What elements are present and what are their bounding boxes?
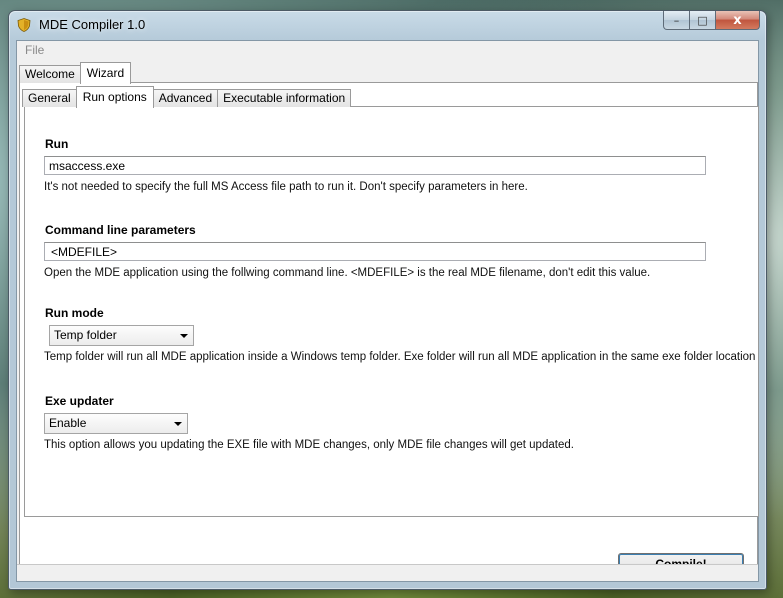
client-area: File Run msaccess.exe It's not needed to… bbox=[16, 40, 759, 582]
run-input[interactable]: msaccess.exe bbox=[44, 156, 706, 175]
close-icon: x bbox=[733, 12, 742, 28]
shield-icon bbox=[17, 18, 31, 32]
run-options-panel: Run msaccess.exe It's not needed to spec… bbox=[24, 106, 759, 517]
title-bar[interactable]: MDE Compiler 1.0 – □ x bbox=[9, 11, 766, 39]
close-button[interactable]: x bbox=[716, 11, 760, 30]
maximize-button[interactable]: □ bbox=[690, 11, 716, 30]
exe-updater-value: Enable bbox=[49, 416, 87, 430]
run-mode-title: Run mode bbox=[45, 306, 104, 320]
chevron-down-icon bbox=[180, 334, 188, 338]
cmdline-hint: Open the MDE application using the follw… bbox=[44, 267, 651, 279]
window-title: MDE Compiler 1.0 bbox=[39, 17, 146, 32]
run-mode-value: Temp folder bbox=[54, 328, 117, 342]
run-mode-hint: Temp folder will run all MDE application… bbox=[44, 351, 756, 363]
tab-run-options[interactable]: Run options bbox=[75, 86, 154, 108]
run-hint: It's not needed to specify the full MS A… bbox=[44, 181, 528, 193]
run-title: Run bbox=[45, 137, 69, 151]
tab-welcome[interactable]: Welcome bbox=[19, 65, 81, 83]
outer-tab-strip: Welcome Wizard bbox=[19, 61, 132, 84]
exe-updater-hint: This option allows you updating the EXE … bbox=[44, 439, 574, 451]
exe-updater-title: Exe updater bbox=[45, 394, 114, 408]
minimize-button[interactable]: – bbox=[663, 11, 690, 30]
tab-general[interactable]: General bbox=[22, 89, 77, 107]
exe-updater-select[interactable]: Enable bbox=[44, 413, 188, 434]
inner-tab-strip: General Run options Advanced Executable … bbox=[22, 85, 352, 108]
menu-bar: File bbox=[17, 41, 758, 60]
tab-wizard[interactable]: Wizard bbox=[79, 62, 132, 84]
tab-advanced[interactable]: Advanced bbox=[152, 89, 219, 107]
cmdline-title: Command line parameters bbox=[45, 223, 196, 237]
run-mode-select[interactable]: Temp folder bbox=[49, 325, 194, 346]
status-bar bbox=[17, 564, 758, 581]
cmdline-input[interactable]: <MDEFILE> bbox=[44, 242, 706, 261]
wizard-panel: Run msaccess.exe It's not needed to spec… bbox=[19, 82, 759, 580]
menu-file[interactable]: File bbox=[25, 43, 44, 57]
app-window: MDE Compiler 1.0 – □ x File Run msaccess… bbox=[8, 10, 767, 590]
chevron-down-icon bbox=[174, 422, 182, 426]
minimize-icon: – bbox=[673, 13, 680, 27]
maximize-icon: □ bbox=[697, 13, 708, 27]
window-controls: – □ x bbox=[663, 11, 760, 31]
tab-executable-information[interactable]: Executable information bbox=[217, 89, 352, 107]
